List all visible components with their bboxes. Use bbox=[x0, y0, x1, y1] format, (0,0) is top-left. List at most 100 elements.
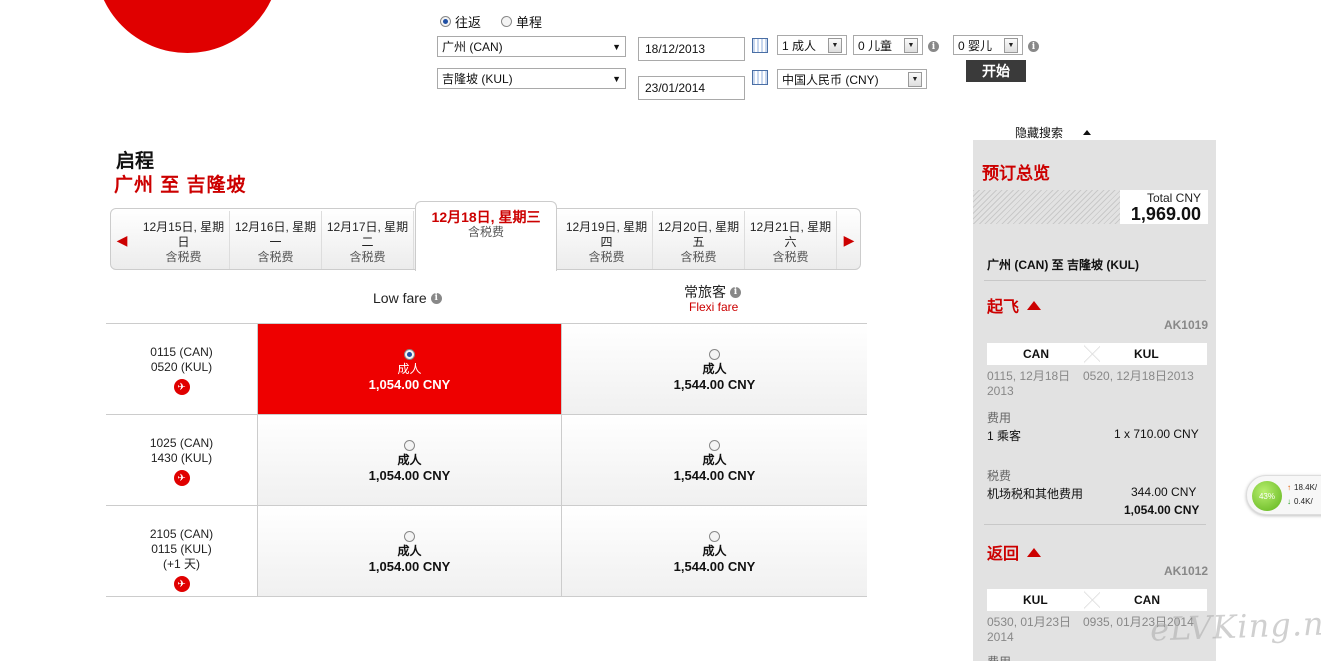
date-tab-sub: 含税费 bbox=[165, 250, 202, 264]
currency-select[interactable]: 中国人民币 (CNY) ▼ bbox=[777, 69, 927, 89]
watermark: eLVKing.net bbox=[1149, 603, 1321, 649]
summary-title: 预订总览 bbox=[982, 164, 1050, 183]
usage-gauge: 43% bbox=[1252, 481, 1282, 511]
low-fare-cell[interactable]: 成人 1,054.00 CNY bbox=[257, 506, 561, 597]
leg-from: KUL bbox=[1023, 593, 1048, 607]
currency-value: 中国人民币 (CNY) bbox=[782, 72, 879, 87]
flight-details-icon[interactable]: ✈ bbox=[173, 379, 190, 395]
brand-logo[interactable] bbox=[95, 0, 280, 53]
pax-fare: 1 x 710.00 CNY bbox=[1114, 427, 1199, 441]
date-tab[interactable]: 12月15日, 星期 日 含税费 bbox=[138, 211, 230, 269]
low-fare-header: Low fare i bbox=[373, 290, 442, 306]
collapse-arrow-icon bbox=[1027, 300, 1042, 310]
fare-price: 1,054.00 CNY bbox=[368, 468, 451, 483]
chevron-right-icon bbox=[1084, 343, 1100, 365]
return-date-input[interactable]: 23/01/2014 bbox=[638, 76, 745, 100]
flexi-fare-header: 常旅客 i bbox=[684, 282, 741, 302]
date-tab[interactable]: 12月19日, 星期 四 含税费 bbox=[561, 211, 653, 269]
chevron-down-icon: ▼ bbox=[904, 37, 918, 53]
upload-value: 18.4K/ bbox=[1294, 483, 1318, 492]
date-tab-sub: 含税费 bbox=[257, 250, 294, 264]
fare-price: 1,054.00 CNY bbox=[368, 559, 451, 574]
depart-date-input[interactable]: 18/12/2013 bbox=[638, 37, 745, 61]
calendar-icon[interactable] bbox=[752, 70, 768, 85]
date-tab-sub: 含税费 bbox=[467, 225, 504, 239]
fee-label: 费用 bbox=[987, 411, 1012, 425]
tax-text: 机场税和其他费用 bbox=[987, 487, 1084, 501]
flexi-fare-cell[interactable]: 成人 1,544.00 CNY bbox=[561, 324, 867, 415]
fare-pax: 成人 bbox=[397, 544, 422, 558]
date-tab-sub: 含税费 bbox=[680, 250, 717, 264]
leg-from-time-2: 2014 bbox=[987, 630, 1014, 644]
destination-select[interactable]: 吉隆坡 (KUL) ▼ bbox=[437, 68, 626, 89]
one-way-option[interactable]: 单程 bbox=[501, 12, 542, 31]
outbound-toggle[interactable]: 起飞 bbox=[987, 293, 1042, 317]
one-way-label: 单程 bbox=[516, 15, 543, 30]
date-tab[interactable]: 12月17日, 星期 二 含税费 bbox=[322, 211, 414, 269]
inbound-toggle[interactable]: 返回 bbox=[987, 540, 1042, 564]
hide-search-toggle[interactable]: 隐藏搜索 bbox=[1015, 124, 1092, 141]
date-tab-line2: 二 bbox=[361, 235, 374, 249]
next-dates-arrow-icon[interactable]: ▶ bbox=[838, 209, 860, 271]
round-trip-radio[interactable] bbox=[440, 16, 451, 27]
fare-radio[interactable] bbox=[404, 531, 415, 543]
depart-date-value: 18/12/2013 bbox=[645, 42, 706, 56]
info-icon[interactable]: i bbox=[730, 286, 741, 298]
fare-radio[interactable] bbox=[709, 440, 720, 452]
fare-pax: 成人 bbox=[397, 362, 422, 376]
date-tab-selected[interactable]: 12月18日, 星期三 含税费 bbox=[415, 201, 557, 271]
info-icon[interactable]: i bbox=[928, 41, 939, 52]
network-speed-widget[interactable]: 43% ↑ 18.4K/ ↓ 0.4K/ bbox=[1246, 475, 1321, 515]
search-button[interactable]: 开始 bbox=[966, 60, 1026, 82]
one-way-radio[interactable] bbox=[501, 16, 512, 27]
low-fare-cell[interactable]: 成人 1,054.00 CNY bbox=[257, 324, 561, 415]
flight-details-icon[interactable]: ✈ bbox=[173, 576, 190, 592]
tax-value: 344.00 CNY bbox=[1131, 485, 1197, 499]
chevron-down-icon: ▼ bbox=[612, 41, 621, 52]
total-value: 1,969.00 bbox=[1130, 204, 1201, 224]
info-icon[interactable]: i bbox=[430, 292, 442, 304]
info-icon[interactable]: i bbox=[1028, 41, 1039, 52]
departure-time: 0115 (CAN) bbox=[150, 345, 213, 359]
flight-details-icon[interactable]: ✈ bbox=[173, 470, 190, 486]
date-tab-line1: 12月17日, 星期 bbox=[326, 220, 409, 234]
flight-row: 0115 (CAN) 0520 (KUL) ✈ 成人 1,054.00 CNY … bbox=[106, 323, 867, 415]
date-tab-line2: 四 bbox=[600, 235, 613, 249]
date-tab[interactable]: 12月16日, 星期 一 含税费 bbox=[230, 211, 322, 269]
flexi-fare-cell[interactable]: 成人 1,544.00 CNY bbox=[561, 415, 867, 506]
date-selector: ◀ 12月15日, 星期 日 含税费 12月16日, 星期 一 含税费 12月1… bbox=[110, 201, 861, 271]
flexi-fare-cell[interactable]: 成人 1,544.00 CNY bbox=[561, 506, 867, 597]
low-fare-cell[interactable]: 成人 1,054.00 CNY bbox=[257, 415, 561, 506]
collapse-arrow-icon bbox=[1083, 130, 1092, 135]
chevron-down-icon: ▼ bbox=[612, 73, 621, 84]
arrival-time: 0520 (KUL) bbox=[150, 360, 213, 374]
fare-radio[interactable] bbox=[709, 349, 720, 361]
fare-radio[interactable] bbox=[404, 349, 415, 361]
outbound-leg: CAN KUL bbox=[987, 343, 1207, 365]
tax-label: 税费 bbox=[987, 469, 1012, 483]
round-trip-option[interactable]: 往返 bbox=[440, 12, 481, 31]
infants-value: 0 婴儿 bbox=[958, 38, 993, 53]
flight-times: 0115 (CAN) 0520 (KUL) ✈ bbox=[106, 324, 257, 415]
flight-row: 1025 (CAN) 1430 (KUL) ✈ 成人 1,054.00 CNY … bbox=[106, 414, 867, 506]
low-fare-label: Low fare bbox=[373, 290, 427, 306]
fare-radio[interactable] bbox=[404, 440, 415, 452]
flight-row: 2105 (CAN) 0115 (KUL) (+1 天) ✈ 成人 1,054.… bbox=[106, 505, 867, 597]
fare-price: 1,544.00 CNY bbox=[673, 559, 756, 574]
calendar-icon[interactable] bbox=[752, 38, 768, 53]
round-trip-label: 往返 bbox=[455, 15, 482, 30]
origin-select[interactable]: 广州 (CAN) ▼ bbox=[437, 36, 626, 57]
prev-dates-arrow-icon[interactable]: ◀ bbox=[111, 209, 133, 271]
date-tab-line1: 12月15日, 星期 bbox=[142, 220, 225, 234]
children-select[interactable]: 0 儿童 ▼ bbox=[853, 35, 923, 55]
infants-select[interactable]: 0 婴儿 ▼ bbox=[953, 35, 1023, 55]
departure-time: 1025 (CAN) bbox=[149, 436, 214, 450]
chevron-down-icon: ▼ bbox=[908, 71, 922, 87]
adults-select[interactable]: 1 成人 ▼ bbox=[777, 35, 847, 55]
fare-radio[interactable] bbox=[709, 531, 720, 543]
adults-value: 1 成人 bbox=[782, 38, 817, 53]
date-tab[interactable]: 12月20日, 星期 五 含税费 bbox=[653, 211, 745, 269]
inbound-flight-no: AK1012 bbox=[1163, 564, 1208, 578]
date-tab[interactable]: 12月21日, 星期 六 含税费 bbox=[745, 211, 837, 269]
leg-to: CAN bbox=[1134, 593, 1160, 607]
